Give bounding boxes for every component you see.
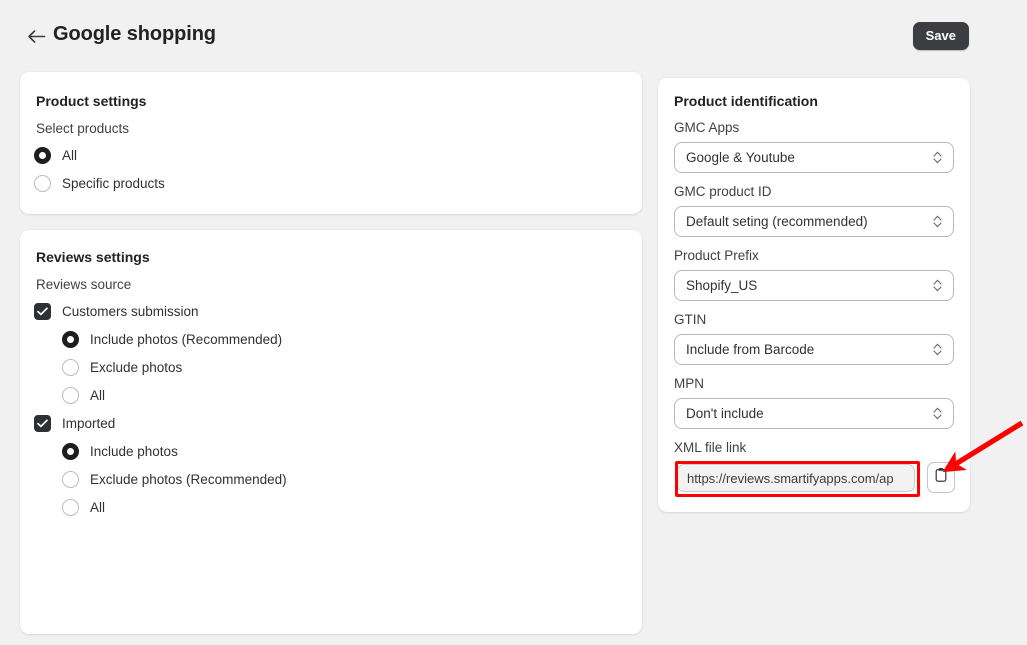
radio-imported-exclude-photos[interactable]: Exclude photos (Recommended) — [62, 471, 287, 488]
select-value: Google & Youtube — [686, 150, 795, 165]
radio-customers-exclude-photos[interactable]: Exclude photos — [62, 359, 282, 376]
radio-label: Exclude photos (Recommended) — [90, 472, 287, 487]
checkbox-imported[interactable]: Imported — [34, 415, 287, 432]
gmc-product-id-select[interactable]: Default seting (recommended) — [674, 206, 954, 237]
radio-indicator-icon — [62, 331, 79, 348]
checkbox-indicator-icon — [34, 303, 51, 320]
reviews-source-group-imported: Imported Include photos Exclude photos (… — [34, 415, 287, 516]
product-identification-card: Product identification GMC Apps Google &… — [658, 78, 970, 512]
radio-indicator-icon — [62, 471, 79, 488]
checkbox-customers-submission[interactable]: Customers submission — [34, 303, 282, 320]
radio-label: All — [62, 148, 78, 163]
select-value: Shopify_US — [686, 278, 758, 293]
chevron-updown-icon — [932, 278, 944, 293]
checkbox-indicator-icon — [34, 415, 51, 432]
chevron-updown-icon — [932, 150, 944, 165]
chevron-updown-icon — [932, 214, 944, 229]
radio-label: Specific products — [62, 176, 165, 191]
radio-imported-all[interactable]: All — [62, 499, 287, 516]
chevron-updown-icon — [932, 342, 944, 357]
mpn-label: MPN — [674, 376, 704, 391]
product-settings-title: Product settings — [36, 93, 147, 109]
mpn-select[interactable]: Don't include — [674, 398, 954, 429]
arrow-left-icon[interactable] — [26, 26, 46, 46]
chevron-updown-icon — [932, 406, 944, 421]
radio-indicator-icon — [62, 443, 79, 460]
copy-xml-link-button[interactable] — [927, 462, 955, 493]
product-settings-card: Product settings Select products — [20, 72, 642, 214]
radio-indicator-icon — [34, 147, 51, 164]
radio-label: Exclude photos — [90, 360, 183, 375]
radio-label: Include photos — [90, 444, 178, 459]
radio-customers-include-photos[interactable]: Include photos (Recommended) — [62, 331, 282, 348]
radio-indicator-icon — [34, 175, 51, 192]
radio-select-products-specific[interactable]: Specific products — [34, 175, 165, 192]
gtin-label: GTIN — [674, 312, 707, 327]
reviews-source-group-customers: Customers submission Include photos (Rec… — [34, 303, 282, 404]
xml-file-link-input[interactable] — [677, 464, 915, 492]
reviews-source-label: Reviews source — [36, 277, 132, 292]
select-value: Default seting (recommended) — [686, 214, 868, 229]
radio-imported-include-photos[interactable]: Include photos — [62, 443, 287, 460]
product-prefix-select[interactable]: Shopify_US — [674, 270, 954, 301]
gmc-apps-select[interactable]: Google & Youtube — [674, 142, 954, 173]
google-shopping-settings-page: Google shopping Save Product settings Se… — [0, 0, 1027, 645]
save-button[interactable]: Save — [912, 22, 969, 50]
radio-customers-all[interactable]: All — [62, 387, 282, 404]
radio-indicator-icon — [62, 387, 79, 404]
radio-indicator-icon — [62, 359, 79, 376]
gmc-product-id-label: GMC product ID — [674, 184, 772, 199]
radio-label: All — [90, 500, 106, 515]
radio-label: All — [90, 388, 106, 403]
select-value: Include from Barcode — [686, 342, 815, 357]
page-title: Google shopping — [53, 23, 216, 45]
checkbox-label: Imported — [62, 416, 116, 431]
product-identification-title: Product identification — [674, 93, 818, 109]
page-header: Google shopping Save — [0, 0, 1027, 62]
clipboard-icon — [934, 467, 948, 488]
gmc-apps-label: GMC Apps — [674, 120, 740, 135]
select-value: Don't include — [686, 406, 764, 421]
radio-label: Include photos (Recommended) — [90, 332, 283, 347]
radio-indicator-icon — [62, 499, 79, 516]
radio-select-products-all[interactable]: All — [34, 147, 77, 164]
xml-file-link-label: XML file link — [674, 440, 747, 455]
select-products-label: Select products — [36, 121, 130, 136]
product-prefix-label: Product Prefix — [674, 248, 759, 263]
reviews-settings-title: Reviews settings — [36, 249, 150, 265]
gtin-select[interactable]: Include from Barcode — [674, 334, 954, 365]
checkbox-label: Customers submission — [62, 304, 199, 319]
